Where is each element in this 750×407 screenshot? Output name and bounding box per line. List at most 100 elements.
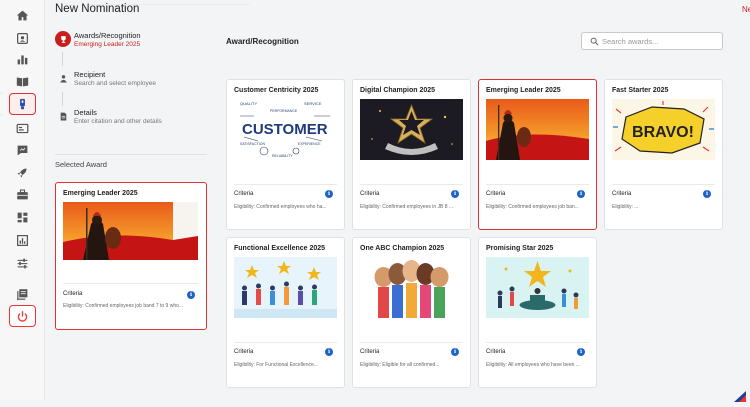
award-card[interactable]: Digital Champion 2025 Criteria i Eligibi… bbox=[352, 79, 471, 230]
nav-reports[interactable] bbox=[9, 229, 36, 251]
nav-profile[interactable] bbox=[9, 27, 36, 49]
profile-card-icon bbox=[17, 32, 28, 44]
corner-flag-icon bbox=[734, 389, 746, 402]
award-image bbox=[360, 99, 463, 160]
nav-growth[interactable] bbox=[9, 161, 36, 183]
eligibility-text: Eligibility: Confirmed employees who ha.… bbox=[234, 204, 327, 210]
id-card-icon bbox=[16, 123, 29, 133]
book-icon bbox=[16, 76, 29, 86]
nav-learning[interactable] bbox=[9, 70, 36, 92]
criteria-label: Criteria bbox=[63, 291, 83, 297]
criteria-label: Criteria bbox=[234, 191, 254, 197]
bar-chart-icon bbox=[17, 54, 28, 64]
award-card[interactable]: Fast Starter 2025 BRAVO! Criteria i Elig… bbox=[604, 79, 723, 230]
award-title: One ABC Champion 2025 bbox=[360, 245, 445, 252]
award-card[interactable]: One ABC Champion 2025 Criteria i Eligibi… bbox=[352, 237, 471, 388]
criteria-label: Criteria bbox=[486, 191, 506, 197]
nav-id[interactable] bbox=[9, 117, 36, 139]
section-title: Award/Recognition bbox=[226, 37, 299, 46]
info-icon[interactable]: i bbox=[451, 348, 459, 356]
award-badge-icon bbox=[20, 98, 25, 109]
nav-feedback[interactable] bbox=[9, 139, 36, 161]
dashboard-icon bbox=[17, 212, 28, 222]
page-title: New Nomination bbox=[55, 3, 140, 15]
info-icon[interactable]: i bbox=[703, 190, 711, 198]
info-icon[interactable]: i bbox=[325, 190, 333, 198]
divider bbox=[360, 342, 463, 343]
nav-settings[interactable] bbox=[9, 252, 36, 274]
divider bbox=[63, 283, 198, 284]
info-icon[interactable]: i bbox=[187, 291, 195, 299]
award-title: Customer Centricity 2025 bbox=[234, 87, 319, 94]
criteria-label: Criteria bbox=[486, 349, 506, 355]
award-card[interactable]: Functional Excellence 2025 Criteria i El… bbox=[226, 237, 345, 388]
award-title: Fast Starter 2025 bbox=[612, 87, 669, 94]
svg-text:SERVICE: SERVICE bbox=[304, 101, 322, 106]
step-subtitle: Emerging Leader 2025 bbox=[74, 41, 141, 48]
search-icon bbox=[590, 37, 599, 46]
svg-text:CUSTOMER: CUSTOMER bbox=[242, 121, 328, 138]
nav-awards[interactable] bbox=[9, 93, 36, 115]
nav-home[interactable] bbox=[9, 4, 36, 26]
eligibility-text: Eligibility: Confirmed employees job ban… bbox=[63, 303, 184, 309]
nav-library[interactable] bbox=[9, 283, 36, 305]
divider bbox=[55, 154, 207, 155]
info-icon[interactable]: i bbox=[577, 190, 585, 198]
step-connector bbox=[62, 52, 63, 66]
awards-panel: Award/Recognition Customer Centricity 20… bbox=[216, 20, 750, 400]
step-subtitle: Search and select employee bbox=[74, 80, 157, 87]
search-field[interactable] bbox=[581, 32, 723, 50]
home-icon bbox=[16, 10, 29, 20]
divider bbox=[234, 184, 337, 185]
power-icon bbox=[17, 310, 28, 322]
logout-button[interactable] bbox=[9, 305, 36, 327]
award-image bbox=[360, 257, 463, 318]
award-card[interactable]: Emerging Leader 2025 Criteria i Eligibil… bbox=[478, 79, 597, 230]
document-icon bbox=[55, 108, 71, 124]
svg-text:QUALITY: QUALITY bbox=[240, 101, 257, 106]
search-input[interactable] bbox=[602, 35, 720, 47]
criteria-label: Criteria bbox=[360, 191, 380, 197]
selected-award-card: Emerging Leader 2025 Criteria i Eligibil… bbox=[55, 182, 207, 330]
divider bbox=[486, 342, 589, 343]
top-bar: New Nomination Next › bbox=[45, 0, 750, 20]
eligibility-text: Eligibility: Eligible for all confirmed.… bbox=[360, 362, 440, 368]
nav-jobs[interactable] bbox=[9, 183, 36, 205]
award-image bbox=[486, 99, 589, 160]
info-icon[interactable]: i bbox=[325, 348, 333, 356]
award-image bbox=[486, 257, 589, 318]
sliders-icon bbox=[17, 258, 28, 268]
award-image bbox=[63, 202, 198, 260]
divider bbox=[234, 342, 337, 343]
svg-text:PERFORMANCE: PERFORMANCE bbox=[270, 109, 298, 113]
steps-panel: Awards/Recognition Emerging Leader 2025 … bbox=[45, 20, 215, 400]
svg-text:SATISFACTION: SATISFACTION bbox=[240, 142, 265, 146]
criteria-label: Criteria bbox=[234, 349, 254, 355]
next-button[interactable]: Next bbox=[742, 5, 750, 14]
briefcase-icon bbox=[17, 189, 28, 199]
award-image: BRAVO! bbox=[612, 99, 715, 160]
selected-award-label: Selected Award bbox=[55, 160, 107, 169]
award-image: QUALITY SERVICE PERFORMANCE CUSTOMER SAT… bbox=[234, 99, 337, 160]
award-title: Emerging Leader 2025 bbox=[63, 190, 138, 197]
info-icon[interactable]: i bbox=[451, 190, 459, 198]
award-image bbox=[234, 257, 337, 318]
nav-dashboard[interactable] bbox=[9, 206, 36, 228]
award-card[interactable]: Promising Star 2025 Criteria i Eligibili… bbox=[478, 237, 597, 388]
award-title: Digital Champion 2025 bbox=[360, 87, 436, 94]
info-icon[interactable]: i bbox=[577, 348, 585, 356]
step-title: Details bbox=[74, 108, 97, 117]
award-title: Functional Excellence 2025 bbox=[234, 245, 326, 252]
person-icon bbox=[55, 70, 71, 86]
chat-icon bbox=[17, 145, 28, 155]
divider bbox=[360, 184, 463, 185]
svg-text:RELIABILITY: RELIABILITY bbox=[272, 154, 293, 158]
criteria-label: Criteria bbox=[612, 191, 632, 197]
nav-analytics[interactable] bbox=[9, 48, 36, 70]
svg-text:EXPERIENCE: EXPERIENCE bbox=[298, 142, 321, 146]
eligibility-text: Eligibility: Confirmed employees job ban… bbox=[486, 204, 579, 210]
step-title: Recipient bbox=[74, 70, 106, 79]
step-connector bbox=[62, 92, 63, 106]
award-card[interactable]: Customer Centricity 2025 QUALITY SERVICE… bbox=[226, 79, 345, 230]
divider bbox=[612, 184, 715, 185]
